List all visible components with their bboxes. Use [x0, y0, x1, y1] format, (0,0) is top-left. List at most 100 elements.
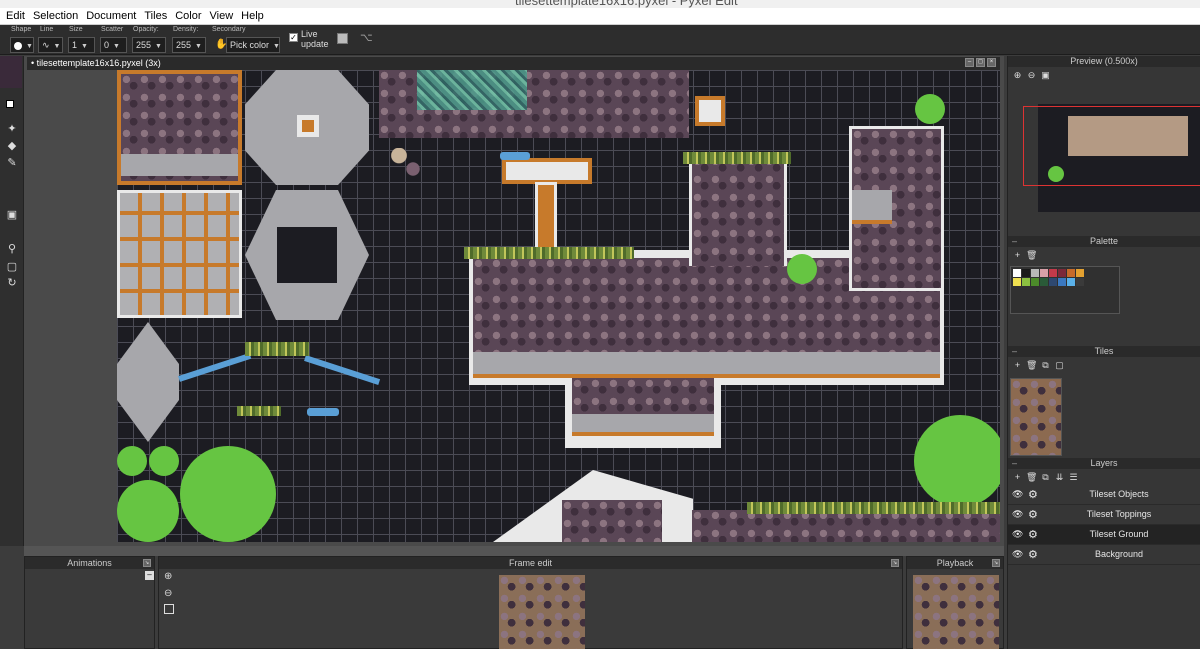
restore-icon[interactable]: ◻: [976, 58, 985, 67]
layer-row[interactable]: 👁 ⚙ Background: [1008, 545, 1200, 565]
palette-swatch[interactable]: [1031, 278, 1039, 286]
collapse-icon[interactable]: –: [1012, 236, 1017, 247]
palette-swatch[interactable]: [1013, 269, 1021, 277]
duplicate-icon[interactable]: ⧉: [1040, 472, 1051, 483]
layer-row[interactable]: 👁 ⚙ Tileset Objects: [1008, 485, 1200, 505]
line-dropdown[interactable]: ∿ ▼: [38, 37, 63, 53]
layer-row[interactable]: 👁 ⚙ Tileset Toppings: [1008, 505, 1200, 525]
zoom-fit-icon[interactable]: ▣: [1040, 70, 1051, 81]
zoom-fit-icon[interactable]: [164, 604, 174, 614]
palette-swatch[interactable]: [1022, 278, 1030, 286]
zoom-out-icon[interactable]: ⊖: [164, 588, 172, 599]
density-label: Density:: [173, 26, 199, 33]
panel-corner-icon[interactable]: ↘: [891, 559, 899, 567]
select-icon[interactable]: ▣: [5, 208, 19, 222]
chevron-down-icon: ▼: [53, 43, 61, 50]
palette-swatch[interactable]: [1058, 278, 1066, 286]
tool-options-bar: Shape ▼ Line ∿ ▼ Size 1 ▼ Scatter 0 ▼ Opaci…: [0, 25, 1200, 55]
eraser-icon[interactable]: ◆: [5, 139, 19, 153]
gear-icon[interactable]: ⚙: [1028, 488, 1038, 501]
gear-icon[interactable]: ⚙: [1028, 528, 1038, 541]
trash-icon[interactable]: 🗑: [1026, 250, 1037, 261]
trash-icon[interactable]: 🗑: [1026, 360, 1037, 371]
merge-down-icon[interactable]: ⇊: [1054, 472, 1065, 483]
collapse-icon[interactable]: –: [1012, 346, 1017, 357]
close-icon[interactable]: ×: [987, 58, 996, 67]
secondary-color-swatch[interactable]: [6, 100, 14, 108]
gear-icon[interactable]: ⚙: [1028, 548, 1038, 561]
scatter-dropdown[interactable]: 0 ▼: [100, 37, 127, 53]
menu-document[interactable]: Document: [82, 8, 140, 25]
palette-swatch[interactable]: [1049, 269, 1057, 277]
canvas[interactable]: [117, 70, 1000, 542]
menu-selection[interactable]: Selection: [29, 8, 82, 25]
palette-swatch[interactable]: [1067, 269, 1075, 277]
pick-color-dropdown[interactable]: Pick color ▼: [226, 37, 280, 53]
shape-label: Shape: [11, 26, 32, 33]
add-icon[interactable]: +: [1012, 360, 1023, 371]
primary-color-swatch[interactable]: [0, 56, 22, 88]
tile-center-tower: [689, 156, 787, 266]
layer-row-active[interactable]: 👁 ⚙ Tileset Ground: [1008, 525, 1200, 545]
menu-view[interactable]: View: [206, 8, 238, 25]
eye-icon[interactable]: 👁: [1012, 549, 1023, 560]
opacity-dropdown[interactable]: 255 ▼: [132, 37, 166, 53]
palette-swatch[interactable]: [1022, 269, 1030, 277]
size-dropdown[interactable]: 1 ▼: [68, 37, 95, 53]
menu-tiles[interactable]: Tiles: [140, 8, 171, 25]
menu-edit[interactable]: Edit: [2, 8, 29, 25]
menu-color[interactable]: Color: [171, 8, 205, 25]
layer-mode-icon[interactable]: [337, 33, 348, 44]
symmetry-icon[interactable]: ⌥: [360, 31, 373, 44]
palette-swatch[interactable]: [1013, 278, 1021, 286]
live-update-checkbox[interactable]: ✓: [289, 33, 298, 42]
add-icon[interactable]: +: [1012, 472, 1023, 483]
shape-dropdown[interactable]: ▼: [10, 37, 34, 53]
palette-swatch[interactable]: [1076, 269, 1084, 277]
minimize-icon[interactable]: –: [965, 58, 974, 67]
palette-swatch[interactable]: [1040, 278, 1048, 286]
trash-icon[interactable]: 🗑: [1026, 472, 1037, 483]
animations-minus-icon[interactable]: –: [145, 571, 154, 580]
duplicate-icon[interactable]: ⧉: [1040, 360, 1051, 371]
eye-icon[interactable]: 👁: [1012, 489, 1023, 500]
menu-help[interactable]: Help: [237, 8, 268, 25]
eye-icon[interactable]: 👁: [1012, 509, 1023, 520]
tile-green-circle-1: [117, 446, 147, 476]
gear-icon[interactable]: ⚙: [1028, 508, 1038, 521]
preview-thumbnail[interactable]: [1023, 104, 1200, 212]
rotate-icon[interactable]: ↻: [5, 276, 19, 290]
magic-wand-icon[interactable]: ✦: [5, 122, 19, 136]
zoom-in-icon[interactable]: ⊕: [164, 571, 172, 582]
palette-swatch[interactable]: [1076, 278, 1084, 286]
panel-corner-icon[interactable]: ↘: [992, 559, 1000, 567]
pencil-icon[interactable]: ✎: [5, 156, 19, 170]
tile-small-grass: [237, 406, 281, 416]
zoom-icon[interactable]: ⚲: [5, 242, 19, 256]
palette-swatch[interactable]: [1067, 278, 1075, 286]
window-title: tilesettemplate16x16.pyxel - Pyxel Edit: [515, 0, 738, 8]
density-value: 255: [176, 40, 192, 50]
layer-settings-icon[interactable]: ☰: [1068, 472, 1079, 483]
palette-swatch[interactable]: [1049, 278, 1057, 286]
eye-icon[interactable]: 👁: [1012, 529, 1023, 540]
layers-panel: – Layers + 🗑 ⧉ ⇊ ☰ 👁 ⚙ Tileset Objects 👁 ⚙ …: [1007, 458, 1200, 649]
tiles-thumbnail[interactable]: [1010, 378, 1062, 456]
add-icon[interactable]: +: [1012, 250, 1023, 261]
palette-swatch[interactable]: [1058, 269, 1066, 277]
palette-title: Palette: [1089, 236, 1119, 246]
tile-grid-icon[interactable]: ▢: [1054, 360, 1065, 371]
frame-icon[interactable]: ▢: [5, 260, 19, 274]
palette-swatch[interactable]: [1031, 269, 1039, 277]
collapse-icon[interactable]: –: [1012, 458, 1017, 469]
secondary-label: Secondary: [212, 26, 246, 33]
zoom-in-icon[interactable]: ⊕: [1012, 70, 1023, 81]
zoom-out-icon[interactable]: ⊖: [1026, 70, 1037, 81]
panel-splitter[interactable]: [24, 546, 1004, 556]
panel-corner-icon[interactable]: ↘: [143, 559, 151, 567]
tile-lower-box-stone: [572, 414, 714, 436]
document-tab[interactable]: • tilesettemplate16x16.pyxel (3x) – ◻ ×: [27, 57, 1000, 70]
playback-panel: Playback ↘: [906, 556, 1004, 649]
density-dropdown[interactable]: 255 ▼: [172, 37, 206, 53]
palette-swatch[interactable]: [1040, 269, 1048, 277]
